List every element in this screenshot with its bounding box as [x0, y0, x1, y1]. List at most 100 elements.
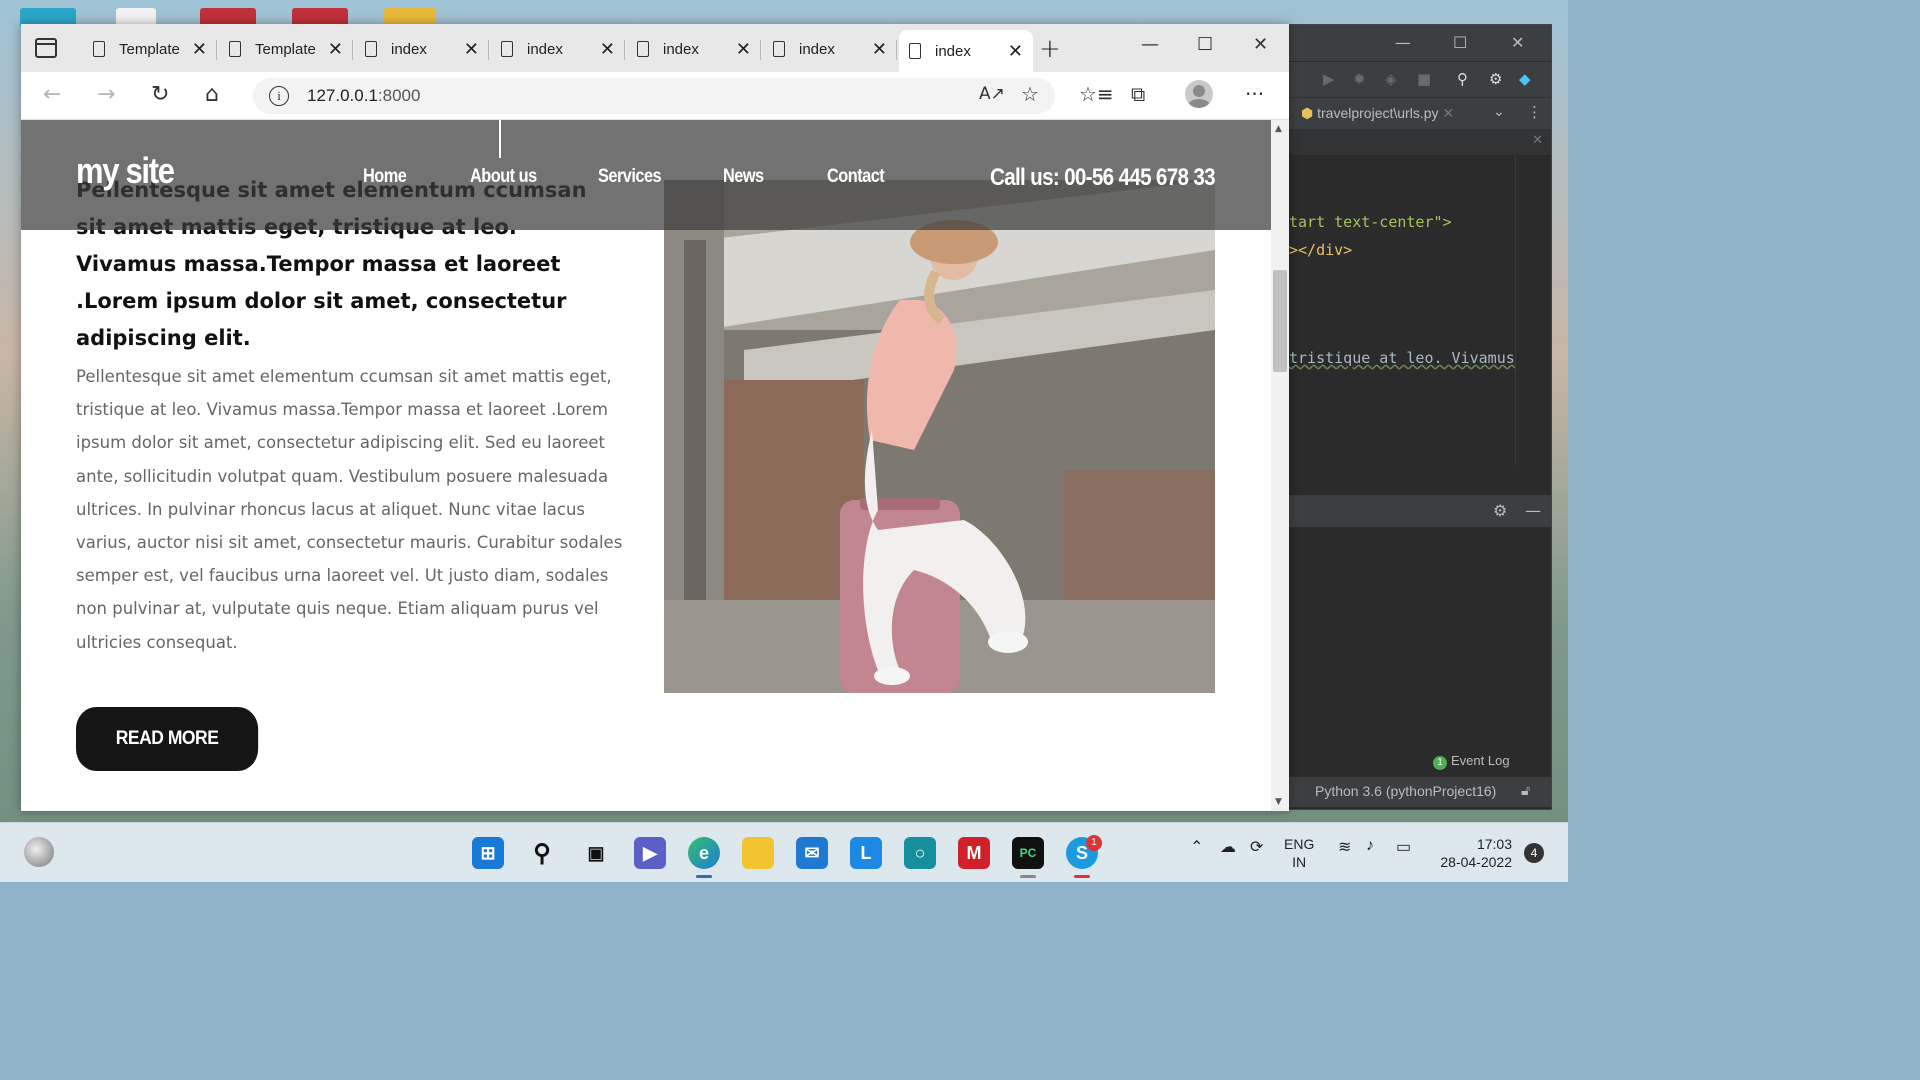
browser-tab[interactable]: index ✕	[763, 30, 897, 68]
page-scrollbar[interactable]: ▲ ▼	[1271, 120, 1289, 811]
new-tab-button[interactable]: +	[1039, 34, 1061, 64]
browser-tab[interactable]: index ✕	[491, 30, 625, 68]
close-icon[interactable]: ✕	[1511, 33, 1524, 52]
close-icon[interactable]: ✕	[1253, 34, 1268, 55]
browser-tab-label: Template	[255, 40, 316, 58]
page-icon	[365, 41, 377, 57]
edge-icon[interactable]: e	[688, 837, 720, 869]
close-tab-icon[interactable]: ✕	[464, 39, 479, 60]
debug-icon[interactable]: ✹	[1353, 70, 1366, 88]
gear-icon[interactable]: ⚙	[1493, 501, 1507, 520]
ide-error-stripe[interactable]	[1515, 155, 1551, 465]
close-tab-icon[interactable]: ✕	[1008, 41, 1023, 62]
browser-tab[interactable]: index ✕	[355, 30, 489, 68]
onedrive-icon[interactable]: ☁	[1220, 837, 1236, 857]
refresh-icon[interactable]: ↻	[151, 82, 169, 107]
volume-icon[interactable]: ♪	[1366, 837, 1374, 855]
nav-link-about[interactable]: About us	[470, 166, 537, 188]
hide-icon[interactable]: —	[1525, 501, 1541, 520]
teams-chat-icon[interactable]: ▶	[634, 837, 666, 869]
coverage-icon[interactable]: ◈	[1385, 70, 1397, 88]
mail-icon[interactable]: ✉	[796, 837, 828, 869]
browser-tab[interactable]: Template ✕	[219, 30, 353, 68]
start-icon[interactable]: ⊞	[472, 837, 504, 869]
read-more-button[interactable]: READ MORE	[76, 707, 259, 771]
battery-icon[interactable]: ▭	[1396, 837, 1411, 857]
tab-strip: Template ✕ Template ✕ index ✕ index ✕ index ✕ inde…	[21, 24, 1289, 72]
close-icon[interactable]: ✕	[1532, 133, 1543, 148]
site-logo[interactable]: my site	[76, 150, 175, 192]
call-us-text: Call us: 00-56 445 678 33	[990, 164, 1216, 191]
address-input[interactable]: i 127.0.0.1:8000 A↗ ☆	[253, 78, 1055, 114]
notification-badge[interactable]: 4	[1524, 843, 1544, 863]
browser-window: Template ✕ Template ✕ index ✕ index ✕ index ✕ inde…	[21, 24, 1289, 811]
wifi-icon[interactable]: ≋	[1338, 837, 1351, 857]
chevron-down-icon[interactable]: ⌄	[1493, 104, 1505, 120]
pycharm-icon[interactable]: PC	[1012, 837, 1044, 869]
scroll-up-icon[interactable]: ▲	[1275, 124, 1282, 134]
info-icon[interactable]: i	[269, 86, 289, 106]
back-icon[interactable]: ←	[43, 82, 61, 107]
l-app-icon[interactable]: L	[850, 837, 882, 869]
close-tab-icon[interactable]: ✕	[872, 39, 887, 60]
scroll-down-icon[interactable]: ▼	[1275, 797, 1282, 807]
browser-tab[interactable]: index ✕	[899, 30, 1033, 72]
search-icon[interactable]: ⚲	[1457, 70, 1468, 88]
mcafee-icon[interactable]: M	[958, 837, 990, 869]
lock-icon[interactable]: 🔓︎	[1521, 782, 1530, 799]
close-tab-icon[interactable]: ✕	[328, 39, 343, 60]
close-tab-icon[interactable]: ✕	[736, 39, 751, 60]
more-icon[interactable]: ⋮	[1527, 103, 1542, 121]
weather-widget-icon[interactable]	[24, 837, 54, 867]
alexa-icon[interactable]: ○	[904, 837, 936, 869]
run-icon[interactable]: ▶	[1323, 70, 1335, 88]
home-icon[interactable]: ⌂	[205, 82, 219, 107]
ide-tool-window-header: ⚙ —	[1283, 495, 1551, 527]
clock[interactable]: 17:03 28-04-2022	[1430, 835, 1512, 871]
close-tab-icon[interactable]: ✕	[192, 39, 207, 60]
maximize-icon[interactable]: ☐	[1453, 33, 1467, 52]
close-tab-icon[interactable]: ✕	[600, 39, 615, 60]
language-indicator[interactable]: ENG IN	[1284, 835, 1314, 871]
ide-window: — ☐ ✕ ▶ ✹ ◈ ■ ⚲ ⚙ ◆ ⬢ travelproject\urls…	[1282, 24, 1552, 810]
browser-tab-label: index	[935, 42, 971, 60]
sync-icon[interactable]: ⟳	[1250, 837, 1263, 857]
minimize-icon[interactable]: —	[1395, 33, 1411, 52]
gear-icon[interactable]: ⚙	[1489, 70, 1502, 88]
chevron-up-icon[interactable]: ⌃	[1190, 837, 1203, 857]
scrollbar-thumb[interactable]	[1273, 270, 1287, 373]
travel-photo-illustration	[664, 180, 1215, 693]
collections-icon[interactable]: ⧉	[1131, 82, 1145, 106]
tab-actions-icon[interactable]	[35, 38, 57, 58]
nav-link-services[interactable]: Services	[598, 166, 662, 188]
page-icon	[229, 41, 241, 57]
event-log-badge: 1	[1433, 756, 1447, 770]
favorites-icon[interactable]: ☆≡	[1079, 82, 1114, 106]
browser-tab[interactable]: Template ✕	[83, 30, 217, 68]
read-aloud-icon[interactable]: A↗	[979, 84, 1005, 104]
nav-link-contact[interactable]: Contact	[827, 166, 885, 188]
browser-tab[interactable]: index ✕	[627, 30, 761, 68]
nav-link-news[interactable]: News	[723, 166, 764, 188]
minimize-icon[interactable]: —	[1141, 34, 1159, 55]
add-favorite-icon[interactable]: ☆	[1021, 82, 1039, 106]
ide-titlebar: — ☐ ✕	[1283, 25, 1551, 61]
python-interpreter[interactable]: Python 3.6 (pythonProject16)	[1315, 783, 1496, 799]
file-explorer-icon[interactable]	[742, 837, 774, 869]
page-viewport: Pellentesque sit amet elementum ccumsan …	[21, 120, 1271, 811]
forward-icon[interactable]: →	[97, 82, 115, 107]
ide-file-tab[interactable]: ⬢ travelproject\urls.py ✕	[1301, 105, 1454, 122]
more-icon[interactable]: ···	[1245, 82, 1264, 106]
event-log-button[interactable]: 1 Event Log	[1433, 753, 1510, 770]
maximize-icon[interactable]: ☐	[1197, 34, 1213, 55]
plugin-icon[interactable]: ◆	[1519, 70, 1531, 88]
nav-link-home[interactable]: Home	[363, 166, 407, 188]
close-tab-icon[interactable]: ✕	[1443, 105, 1455, 121]
ide-code-editor[interactable]: tart text-center"> ></div> tristique at …	[1283, 155, 1515, 465]
stop-icon[interactable]: ■	[1417, 70, 1431, 88]
task-view-icon[interactable]: ▣	[580, 837, 612, 869]
browser-tab-label: index	[527, 40, 563, 58]
profile-avatar[interactable]	[1185, 80, 1213, 108]
code-line: tart text-center">	[1289, 213, 1452, 231]
search-icon[interactable]: ⚲	[526, 837, 558, 869]
